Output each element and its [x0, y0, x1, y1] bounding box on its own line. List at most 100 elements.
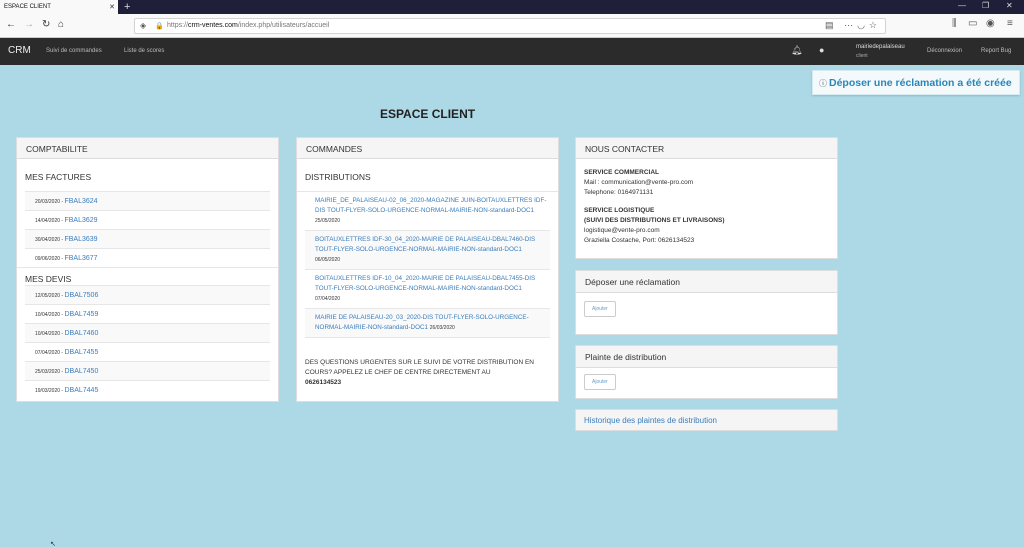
historique-panel: Historique des plaintes de distribution [575, 409, 838, 431]
commandes-header: COMMANDES [297, 138, 558, 159]
devis-list: 12/05/2020 - DBAL7506 10/04/2020 - DBAL74… [17, 285, 278, 399]
app-header: CRM Suivi de commandes Liste de scores 🔔… [0, 38, 1024, 65]
distributions-list: MAIRIE_DE_PALAISEAU-02_06_2020-MAGAZINE … [297, 191, 558, 338]
menu-icon[interactable]: ≡ [1007, 18, 1013, 29]
nav-liste-scores[interactable]: Liste de scores [124, 48, 164, 54]
forward-icon[interactable]: → [24, 19, 34, 31]
browser-navbar: ← → ↻ ⌂ ◈ 🔒 https://crm-ventes.com/index… [0, 14, 1024, 38]
reload-icon[interactable]: ↻ [42, 19, 50, 31]
url-text: https://crm-ventes.com/index.php/utilisa… [167, 22, 330, 29]
comptabilite-panel: COMPTABILITE MES FACTURES 20/03/2020 - F… [16, 137, 279, 402]
document-date: 30/04/2020 [35, 237, 61, 243]
pocket-icon[interactable]: ◡ [857, 20, 869, 30]
distribution-link[interactable]: BOITAUXLETTRES IDF-30_04_2020-MAIRIE DE … [315, 236, 535, 253]
commandes-panel: COMMANDES DISTRIBUTIONS MAIRIE_DE_PALAIS… [296, 137, 559, 402]
urgent-phone: 0626134523 [305, 379, 342, 386]
urgent-note: DES QUESTIONS URGENTES SUR LE SUIVI DE V… [305, 358, 550, 388]
document-date: 07/04/2020 [35, 350, 61, 356]
document-link[interactable]: FBAL3677 [64, 255, 97, 262]
home-icon[interactable]: ⌂ [58, 19, 64, 31]
library-icon[interactable]: ⫼ [952, 18, 957, 29]
user-role: client [856, 53, 868, 59]
historique-link[interactable]: Historique des plaintes de distribution [584, 416, 717, 425]
document-date: 10/04/2020 [35, 331, 61, 337]
document-row: 10/04/2020 - DBAL7459 [25, 304, 270, 323]
user-menu[interactable]: mairiedepalaiseau client [856, 43, 905, 61]
toast-message: Déposer une réclamation a été créée [829, 77, 1012, 89]
document-date: 19/03/2020 [35, 388, 61, 394]
commercial-title: SERVICE COMMERCIAL [584, 169, 659, 176]
logout-link[interactable]: Déconnexion [927, 48, 962, 54]
lock-icon[interactable]: 🔒 [155, 22, 164, 30]
more-icon[interactable]: ⋯ [844, 20, 857, 30]
commercial-mail: Mail : communication@vente-pro.com [584, 179, 694, 186]
back-icon[interactable]: ← [6, 19, 16, 31]
account-icon[interactable]: ◉ [986, 18, 995, 29]
logistique-person: Graziella Costache, Port: 0626134523 [584, 237, 695, 244]
maximize-icon[interactable]: ❐ [982, 1, 989, 10]
document-link[interactable]: DBAL7460 [64, 330, 98, 337]
tab-title: ESPACE CLIENT [4, 4, 51, 10]
minimize-icon[interactable]: — [958, 1, 966, 10]
brand-logo[interactable]: CRM [8, 45, 31, 56]
document-row: 14/04/2020 - FBAL3629 [25, 210, 270, 229]
sidebar-icon[interactable]: ▭ [968, 18, 977, 29]
reclamation-panel: Déposer une réclamation Ajouter [575, 270, 838, 335]
document-link[interactable]: DBAL7455 [64, 349, 98, 356]
document-row: 12/05/2020 - DBAL7506 [25, 285, 270, 304]
document-link[interactable]: FBAL3639 [64, 236, 97, 243]
url-bar[interactable]: ◈ 🔒 https://crm-ventes.com/index.php/uti… [134, 18, 886, 34]
distribution-date: 26/03/2020 [429, 325, 455, 331]
document-link[interactable]: FBAL3624 [64, 198, 97, 205]
document-link[interactable]: FBAL3629 [64, 217, 97, 224]
distribution-link[interactable]: MAIRIE DE PALAISEAU-20_03_2020-DIS TOUT-… [315, 314, 529, 331]
distribution-link[interactable]: BOITAUXLETTRES IDF-10_04_2020-MAIRIE DE … [315, 275, 535, 292]
logistique-title: SERVICE LOGISTIQUE [584, 207, 655, 214]
distribution-item: BOITAUXLETTRES IDF-10_04_2020-MAIRIE DE … [305, 270, 550, 309]
new-tab-icon[interactable]: + [124, 0, 130, 14]
urgent-text: DES QUESTIONS URGENTES SUR LE SUIVI DE V… [305, 359, 534, 376]
add-reclamation-button[interactable]: Ajouter [584, 301, 616, 317]
comptabilite-header: COMPTABILITE [17, 138, 278, 159]
distribution-item: MAIRIE DE PALAISEAU-20_03_2020-DIS TOUT-… [305, 309, 550, 338]
logistique-subtitle: (SUIVI DES DISTRIBUTIONS ET LIVRAISONS) [584, 217, 725, 224]
chat-icon[interactable]: ● [819, 45, 824, 55]
document-date: 09/06/2020 [35, 256, 61, 262]
distribution-item: MAIRIE_DE_PALAISEAU-02_06_2020-MAGAZINE … [305, 192, 550, 231]
distribution-date: 25/05/2020 [315, 218, 341, 224]
document-row: 25/03/2020 - DBAL7450 [25, 361, 270, 380]
logistique-mail: logistique@vente-pro.com [584, 227, 660, 234]
document-date: 12/05/2020 [35, 293, 61, 299]
document-link[interactable]: DBAL7506 [64, 292, 98, 299]
report-bug-link[interactable]: Report Bug [981, 48, 1011, 54]
close-tab-icon[interactable]: ✕ [109, 3, 115, 11]
success-toast: ⓘ Déposer une réclamation a été créée [812, 70, 1020, 95]
commercial-tel: Telephone: 0164971131 [584, 189, 654, 196]
contact-panel: NOUS CONTACTER SERVICE COMMERCIAL Mail :… [575, 137, 838, 259]
page-title: ESPACE CLIENT [379, 107, 476, 121]
factures-title: MES FACTURES [25, 172, 92, 182]
devis-title: MES DEVIS [17, 267, 278, 285]
document-row: 20/03/2020 - FBAL3624 [25, 191, 270, 210]
reclamation-header: Déposer une réclamation [576, 271, 837, 293]
document-link[interactable]: DBAL7445 [64, 387, 98, 394]
plainte-header: Plainte de distribution [576, 346, 837, 368]
document-date: 14/04/2020 [35, 218, 61, 224]
user-name: mairiedepalaiseau [856, 44, 905, 50]
bell-icon[interactable]: 🔔︎ [791, 45, 802, 56]
distribution-link[interactable]: MAIRIE_DE_PALAISEAU-02_06_2020-MAGAZINE … [315, 197, 546, 214]
reader-icon[interactable]: ▤ [825, 20, 838, 30]
nav-suivi-commandes[interactable]: Suivi de commandes [46, 48, 102, 54]
document-date: 20/03/2020 [35, 199, 61, 205]
mouse-cursor-icon: ↖ [50, 541, 56, 547]
bookmark-star-icon[interactable]: ☆ [869, 20, 881, 30]
document-date: 10/04/2020 [35, 312, 61, 318]
shield-icon[interactable]: ◈ [140, 21, 146, 30]
contact-body: SERVICE COMMERCIAL Mail : communication@… [576, 159, 837, 255]
close-window-icon[interactable]: ✕ [1006, 1, 1013, 10]
document-row: 07/04/2020 - DBAL7455 [25, 342, 270, 361]
document-link[interactable]: DBAL7459 [64, 311, 98, 318]
add-plainte-button[interactable]: Ajouter [584, 374, 616, 390]
document-link[interactable]: DBAL7450 [64, 368, 98, 375]
browser-tab[interactable]: ESPACE CLIENT ✕ [0, 0, 118, 14]
